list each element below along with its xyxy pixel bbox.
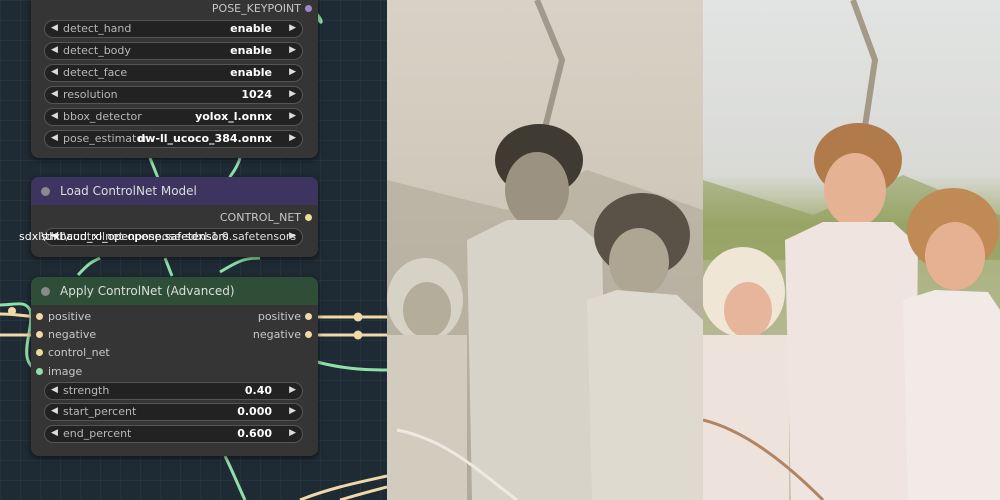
arrow-right-icon[interactable]: ▶ [289,111,296,121]
arrow-right-icon[interactable]: ▶ [289,406,296,416]
model-name-value-overlay: sdxl\controlnet-openpose-sdxl-1.0.safete… [41,230,297,243]
wire-d [219,256,261,274]
arrow-left-icon[interactable]: ◀ [51,133,58,143]
pose-keypoint-port[interactable] [305,5,312,12]
widget-value: 0.600 [237,427,272,440]
arrow-right-icon[interactable]: ▶ [289,428,296,438]
reroute-neg[interactable] [353,330,363,340]
control-net-output[interactable]: CONTROL_NET [31,209,318,227]
reroute-pos[interactable] [353,312,363,322]
apply-controlnet-node[interactable]: Apply ControlNet (Advanced) positive pos… [31,277,318,456]
wire-e [163,257,174,277]
load-controlnet-node[interactable]: Load ControlNet Model CONTROL_NET ◀ sdxl… [19,177,318,257]
widget-pose-estimator[interactable]: ◀ pose_estimator dw-ll_ucoco_384.onnx ▶ [44,130,303,148]
arrow-left-icon[interactable]: ◀ [51,428,58,438]
wire-c [76,256,101,277]
widget-label: detect_body [63,44,131,57]
wire-right-out [316,360,387,372]
negative-in-port[interactable] [36,331,43,338]
wire-a [148,157,160,179]
node-canvas[interactable]: POSE_KEYPOINT ◀ detect_hand enable ▶ ◀ d… [0,0,387,500]
widget-value: dw-ll_ucoco_384.onnx [137,132,272,145]
wire-bottom [223,455,247,500]
arrow-left-icon[interactable]: ◀ [51,89,58,99]
node-title: Load ControlNet Model [60,184,197,198]
arrow-left-icon[interactable]: ◀ [51,45,58,55]
input-image[interactable]: image [31,363,318,381]
arrow-right-icon[interactable]: ▶ [289,67,296,77]
arrow-right-icon[interactable]: ▶ [289,45,296,55]
widget-value: enable [230,22,272,35]
original-photo-drawing [387,0,703,500]
widget-label: detect_hand [63,22,132,35]
widget-detect-face[interactable]: ◀ detect_face enable ▶ [44,64,303,82]
widget-value: enable [230,66,272,79]
negative-out-port[interactable] [305,331,312,338]
wire-bottom-cond-2 [339,485,387,500]
positive-in-port[interactable] [36,313,43,320]
arrow-left-icon[interactable]: ◀ [51,23,58,33]
control-net-in-port[interactable] [36,349,43,356]
arrow-right-icon[interactable]: ▶ [289,89,296,99]
arrow-right-icon[interactable]: ▶ [289,385,296,395]
widget-value: 0.40 [244,384,272,397]
widget-label: strength [63,384,110,397]
input-label: negative [48,328,97,341]
widget-detect-body[interactable]: ◀ detect_body enable ▶ [44,42,303,60]
colorized-photo [703,0,1000,500]
widget-label: detect_face [63,66,128,79]
input-label: positive [48,310,92,323]
arrow-right-icon[interactable]: ▶ [289,133,296,143]
control-net-port[interactable] [305,214,312,221]
pose-keypoint-label: POSE_KEYPOINT [211,2,301,15]
dwpose-node[interactable]: POSE_KEYPOINT ◀ detect_hand enable ▶ ◀ d… [31,0,318,158]
pose-keypoint-output[interactable]: POSE_KEYPOINT [31,0,318,18]
apply-controlnet-title-bar[interactable]: Apply ControlNet (Advanced) [31,277,318,305]
input-control-net[interactable]: control_net [31,344,318,362]
widget-value: 1024 [241,88,272,101]
widget-value: yolox_l.onnx [195,110,272,123]
widget-label: resolution [63,88,118,101]
image-in-port[interactable] [36,368,43,375]
widget-label: pose_estimator [63,132,148,145]
widget-end-percent[interactable]: ◀ end_percent 0.600 ▶ [44,425,303,443]
widget-value: enable [230,44,272,57]
collapse-icon[interactable] [41,186,50,196]
widget-bbox-detector[interactable]: ◀ bbox_detector yolox_l.onnx ▶ [44,108,303,126]
input-label: image [48,365,83,378]
input-positive[interactable]: positive positive [31,308,318,326]
load-controlnet-title-bar[interactable]: Load ControlNet Model [31,177,318,205]
arrow-left-icon[interactable]: ◀ [51,67,58,77]
arrow-right-icon[interactable]: ▶ [289,231,296,241]
original-photo [387,0,703,500]
input-negative[interactable]: negative negative [31,326,318,344]
widget-start-percent[interactable]: ◀ start_percent 0.000 ▶ [44,403,303,421]
widget-strength[interactable]: ◀ strength 0.40 ▶ [44,382,303,400]
widget-label: start_percent [63,405,137,418]
arrow-right-icon[interactable]: ▶ [289,23,296,33]
wire-bottom-cond-1 [299,474,387,500]
widget-label: bbox_detector [63,110,142,123]
node-title: Apply ControlNet (Advanced) [60,284,235,298]
positive-out-port[interactable] [305,313,312,320]
widget-resolution[interactable]: ◀ resolution 1024 ▶ [44,86,303,104]
output-label: positive [257,310,301,323]
widget-detect-hand[interactable]: ◀ detect_hand enable ▶ [44,20,303,38]
arrow-left-icon[interactable]: ◀ [51,111,58,121]
widget-label: end_percent [63,427,132,440]
reroute-in-pos[interactable] [8,307,16,315]
widget-control-net-name[interactable]: ◀ sdxl\thibaud_xl_openpose.safetensors s… [19,228,303,246]
arrow-left-icon[interactable]: ◀ [51,406,58,416]
input-label: control_net [48,346,110,359]
widget-value: 0.000 [237,405,272,418]
arrow-left-icon[interactable]: ◀ [51,385,58,395]
colorized-photo-drawing [703,0,1000,500]
output-label: negative [252,328,301,341]
control-net-label: CONTROL_NET [219,211,301,224]
collapse-icon[interactable] [41,286,50,296]
